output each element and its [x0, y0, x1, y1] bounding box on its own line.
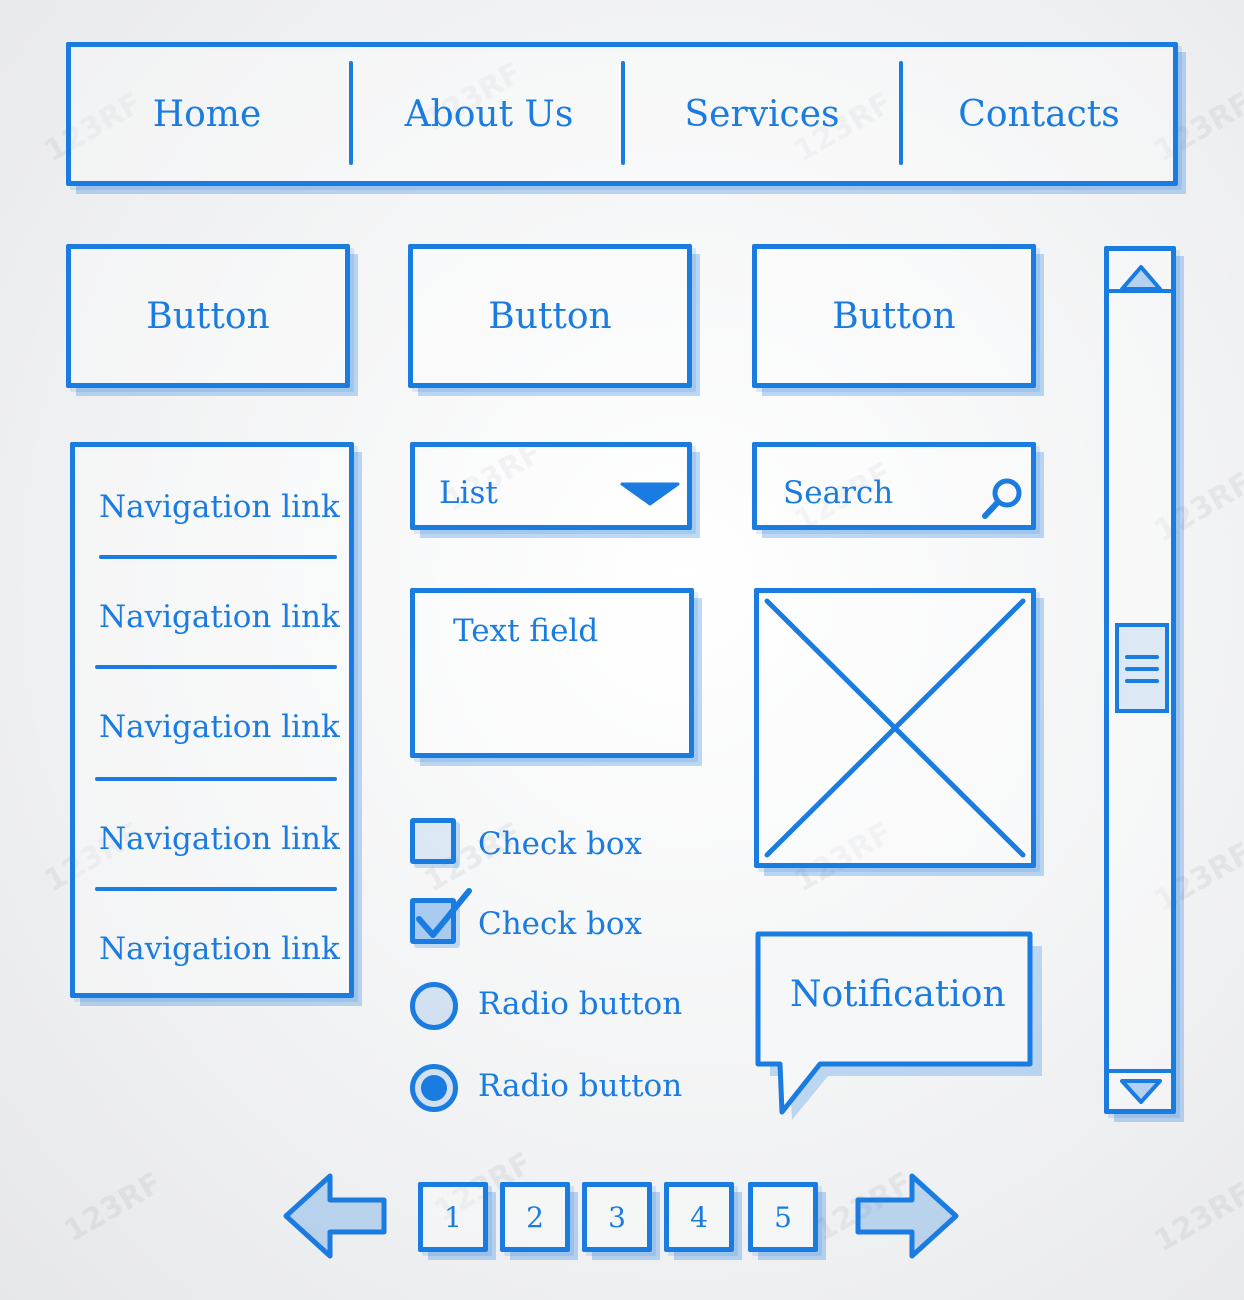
- nav-divider: [899, 61, 903, 165]
- page-button-3[interactable]: 3: [582, 1182, 652, 1252]
- checkmark-icon: [415, 887, 475, 945]
- nav-divider: [621, 61, 625, 165]
- button-label: Button: [146, 295, 270, 337]
- sidebar-divider: [95, 665, 337, 669]
- sidebar-nav-link[interactable]: Navigation link: [99, 489, 340, 525]
- radio-dot-icon: [421, 1075, 447, 1101]
- page-number: 3: [608, 1200, 626, 1234]
- button-1[interactable]: Button: [66, 244, 350, 388]
- button-label: Button: [832, 295, 956, 337]
- nav-contacts[interactable]: Contacts: [905, 47, 1173, 181]
- scroll-track-line: [1109, 289, 1171, 293]
- notification-bubble: Notification: [752, 930, 1042, 1130]
- grip-icon: [1125, 651, 1159, 687]
- nav-home[interactable]: Home: [71, 47, 343, 181]
- radio-selected[interactable]: [410, 1064, 458, 1112]
- sidebar-nav-link[interactable]: Navigation link: [99, 821, 340, 857]
- sidebar-nav-link[interactable]: Navigation link: [99, 599, 340, 635]
- text-field-placeholder: Text field: [453, 613, 599, 649]
- list-dropdown[interactable]: List: [410, 442, 692, 530]
- sidebar-divider: [99, 555, 337, 559]
- page-button-2[interactable]: 2: [500, 1182, 570, 1252]
- nav-services[interactable]: Services: [627, 47, 897, 181]
- arrow-left-icon[interactable]: [280, 1168, 390, 1264]
- page-number: 1: [444, 1200, 462, 1234]
- scroll-track-line: [1109, 1069, 1171, 1073]
- dropdown-arrow-icon: [619, 481, 681, 507]
- button-label: Button: [488, 295, 612, 337]
- sidebar-nav-link[interactable]: Navigation link: [99, 709, 340, 745]
- radio-unselected[interactable]: [410, 982, 458, 1030]
- nav-about-us[interactable]: About Us: [355, 47, 623, 181]
- radio-label: Radio button: [478, 1068, 683, 1104]
- radio-label: Radio button: [478, 986, 683, 1022]
- nav-divider: [349, 61, 353, 165]
- page-number: 5: [774, 1200, 792, 1234]
- image-placeholder-icon: [759, 593, 1031, 863]
- watermark: 123RF: [58, 1165, 168, 1250]
- scroll-down-icon[interactable]: [1119, 1077, 1163, 1105]
- scroll-thumb[interactable]: [1115, 623, 1169, 713]
- checkbox-label: Check box: [478, 826, 643, 862]
- list-label: List: [439, 475, 498, 511]
- page-number: 2: [526, 1200, 544, 1234]
- button-3[interactable]: Button: [752, 244, 1036, 388]
- sidebar-nav-link[interactable]: Navigation link: [99, 931, 340, 967]
- magnifier-icon[interactable]: [979, 475, 1025, 521]
- top-nav-bar: Home About Us Services Contacts: [66, 42, 1178, 186]
- text-field[interactable]: Text field: [410, 588, 694, 758]
- image-placeholder: [754, 588, 1036, 868]
- watermark: 123RF: [1148, 1175, 1244, 1260]
- notification-label: Notification: [790, 974, 1006, 1015]
- search-placeholder: Search: [783, 475, 894, 511]
- page-number: 4: [690, 1200, 708, 1234]
- page-button-1[interactable]: 1: [418, 1182, 488, 1252]
- checkbox-checked[interactable]: [410, 888, 472, 944]
- sidebar-divider: [95, 777, 337, 781]
- page-button-4[interactable]: 4: [664, 1182, 734, 1252]
- arrow-right-icon[interactable]: [852, 1168, 962, 1264]
- search-input[interactable]: Search: [752, 442, 1036, 530]
- checkbox-label: Check box: [478, 906, 643, 942]
- checkbox-unchecked[interactable]: [410, 818, 456, 864]
- button-2[interactable]: Button: [408, 244, 692, 388]
- sidebar-nav: Navigation link Navigation link Navigati…: [70, 442, 354, 998]
- vertical-scrollbar[interactable]: [1104, 246, 1176, 1114]
- page-button-5[interactable]: 5: [748, 1182, 818, 1252]
- sidebar-divider: [95, 887, 337, 891]
